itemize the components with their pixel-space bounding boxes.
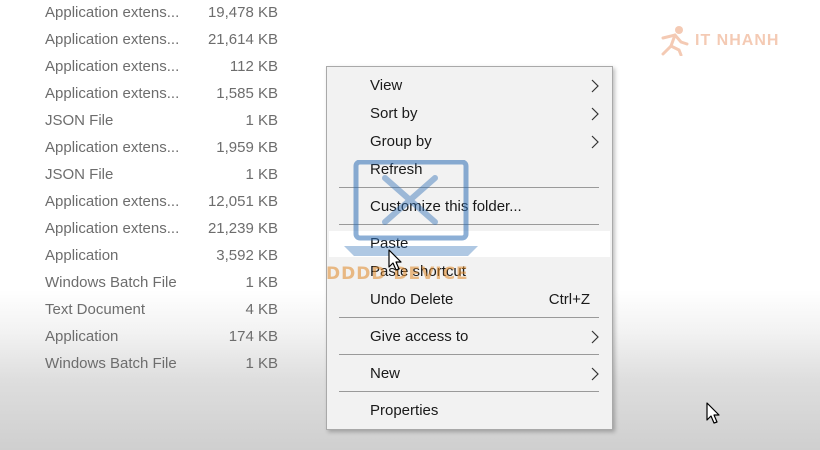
menu-item-label: Give access to bbox=[370, 328, 469, 345]
menu-item-label: Group by bbox=[370, 133, 432, 150]
chevron-right-icon bbox=[591, 135, 599, 149]
file-size: 21,239 KB bbox=[207, 220, 278, 237]
file-type: Windows Batch File bbox=[45, 355, 177, 372]
file-row[interactable]: Application 3,592 KB bbox=[0, 243, 300, 270]
file-size: 174 KB bbox=[228, 328, 278, 345]
chevron-right-icon bbox=[591, 367, 599, 381]
file-type: Application extens... bbox=[45, 139, 180, 156]
file-type: Application extens... bbox=[45, 31, 180, 48]
file-explorer-window: Application extens... 19,478 KB Applicat… bbox=[0, 0, 820, 450]
file-type: JSON File bbox=[45, 112, 114, 129]
chevron-right-icon bbox=[591, 79, 599, 93]
file-row[interactable]: Application extens... 19,478 KB bbox=[0, 0, 300, 27]
file-size: 1,959 KB bbox=[216, 139, 278, 156]
menu-item-properties[interactable]: Properties bbox=[329, 398, 610, 424]
file-row[interactable]: Windows Batch File 1 KB bbox=[0, 270, 300, 297]
menu-item-give-access[interactable]: Give access to bbox=[329, 324, 610, 350]
file-size: 1 KB bbox=[245, 112, 278, 129]
file-row[interactable]: Application extens... 12,051 KB bbox=[0, 189, 300, 216]
menu-item-label: Sort by bbox=[370, 105, 418, 122]
menu-item-view[interactable]: View bbox=[329, 73, 610, 99]
chevron-right-icon bbox=[591, 330, 599, 344]
file-size: 4 KB bbox=[245, 301, 278, 318]
menu-item-group-by[interactable]: Group by bbox=[329, 129, 610, 155]
file-size: 19,478 KB bbox=[207, 4, 278, 21]
file-size: 3,592 KB bbox=[216, 247, 278, 264]
runner-icon bbox=[661, 26, 689, 57]
menu-item-new[interactable]: New bbox=[329, 361, 610, 387]
menu-item-undo-delete[interactable]: Undo Delete Ctrl+Z bbox=[329, 287, 610, 313]
file-type: Windows Batch File bbox=[45, 274, 177, 291]
file-size: 112 KB bbox=[229, 58, 278, 75]
file-row[interactable]: JSON File 1 KB bbox=[0, 108, 300, 135]
file-size: 1 KB bbox=[245, 355, 278, 372]
file-row[interactable]: Application extens... 1,585 KB bbox=[0, 81, 300, 108]
file-type: Application extens... bbox=[45, 4, 180, 21]
file-row[interactable]: Application extens... 21,239 KB bbox=[0, 216, 300, 243]
file-row[interactable]: Application extens... 21,614 KB bbox=[0, 27, 300, 54]
mouse-pointer-icon bbox=[388, 249, 402, 271]
menu-separator bbox=[339, 354, 599, 355]
menu-item-label: Properties bbox=[370, 402, 439, 419]
file-size: 21,614 KB bbox=[207, 31, 278, 48]
file-row[interactable]: JSON File 1 KB bbox=[0, 162, 300, 189]
file-size: 1,585 KB bbox=[216, 85, 278, 102]
file-type: Text Document bbox=[45, 301, 146, 318]
menu-item-sort-by[interactable]: Sort by bbox=[329, 101, 610, 127]
file-size: 1 KB bbox=[245, 166, 278, 183]
menu-item-label: View bbox=[370, 77, 403, 94]
file-type: Application bbox=[45, 328, 119, 345]
menu-item-label: Undo Delete bbox=[370, 291, 454, 308]
menu-separator bbox=[339, 317, 599, 318]
file-type: Application extens... bbox=[45, 58, 180, 75]
itnhanh-watermark-text: IT NHANH bbox=[695, 32, 780, 49]
menu-item-shortcut: Ctrl+Z bbox=[548, 291, 590, 308]
mouse-pointer-icon bbox=[706, 402, 720, 424]
file-type: Application bbox=[45, 247, 119, 264]
file-size: 1 KB bbox=[245, 274, 278, 291]
menu-separator bbox=[339, 391, 599, 392]
file-row[interactable]: Windows Batch File 1 KB bbox=[0, 351, 300, 378]
file-size: 12,051 KB bbox=[207, 193, 278, 210]
menu-item-label: New bbox=[370, 365, 401, 382]
file-row[interactable]: Application extens... 1,959 KB bbox=[0, 135, 300, 162]
dd-device-watermark-logo: DDDD DEVICE bbox=[326, 159, 510, 290]
file-row[interactable]: Text Document 4 KB bbox=[0, 297, 300, 324]
file-row[interactable]: Application 174 KB bbox=[0, 324, 300, 351]
file-type: Application extens... bbox=[45, 220, 180, 237]
file-type: Application extens... bbox=[45, 85, 180, 102]
file-type: Application extens... bbox=[45, 193, 180, 210]
itnhanh-watermark-logo: IT NHANH bbox=[655, 24, 785, 57]
chevron-right-icon bbox=[591, 107, 599, 121]
file-type: JSON File bbox=[45, 166, 114, 183]
file-row[interactable]: Application extens... 112 KB bbox=[0, 54, 300, 81]
